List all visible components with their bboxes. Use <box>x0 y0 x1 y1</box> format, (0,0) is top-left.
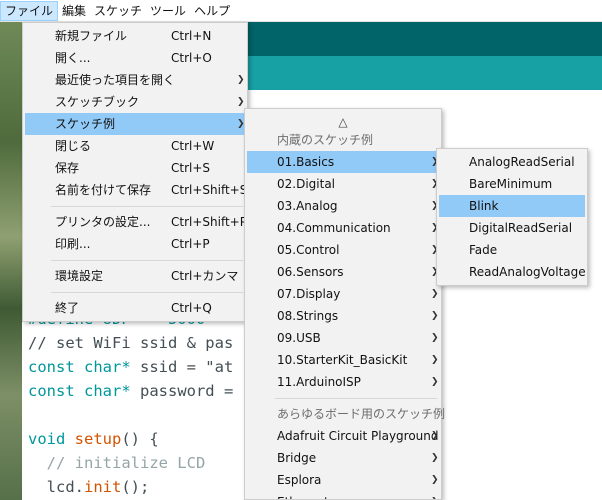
examples-item-communication[interactable]: 04.Communication ❯ <box>247 217 439 239</box>
chevron-right-icon: ❯ <box>431 355 439 365</box>
examples-item-circuit-playground[interactable]: Adafruit Circuit Playground ❯ <box>247 425 439 447</box>
desktop-background <box>0 22 22 500</box>
code-line: // set WiFi ssid & pas <box>28 334 234 352</box>
examples-item-basics[interactable]: 01.Basics ❯ <box>247 151 439 173</box>
examples-item-arduinoisp[interactable]: 11.ArduinoISP ❯ <box>247 371 439 393</box>
basics-item-readanalogvoltage[interactable]: ReadAnalogVoltage <box>439 261 586 283</box>
menu-item-quit[interactable]: 終了 Ctrl+Q <box>25 297 245 319</box>
chevron-right-icon: ❯ <box>431 431 439 441</box>
menu-file[interactable]: ファイル <box>0 0 59 21</box>
menu-sketch[interactable]: スケッチ <box>90 1 146 21</box>
menu-item-page-setup[interactable]: プリンタの設定... Ctrl+Shift+P <box>25 211 247 233</box>
menu-edit[interactable]: 編集 <box>58 1 90 21</box>
menu-separator <box>51 206 243 207</box>
basics-item-bareminimum[interactable]: BareMinimum <box>439 173 585 195</box>
chevron-right-icon: ❯ <box>431 311 439 321</box>
examples-item-digital[interactable]: 02.Digital ❯ <box>247 173 439 195</box>
menu-separator <box>51 292 243 293</box>
examples-item-control[interactable]: 05.Control ❯ <box>247 239 439 261</box>
menu-help[interactable]: ヘルプ <box>190 1 234 21</box>
code-line: // initialize LCD <box>28 454 206 472</box>
examples-item-starterkit[interactable]: 10.StarterKit_BasicKit ❯ <box>247 349 439 371</box>
chevron-right-icon: ❯ <box>431 475 439 485</box>
code-line: const char* ssid = "at <box>28 358 234 376</box>
menu-item-preferences[interactable]: 環境設定 Ctrl+カンマ <box>25 265 245 287</box>
chevron-right-icon: ❯ <box>237 75 245 85</box>
menu-separator <box>275 398 437 399</box>
chevron-right-icon: ❯ <box>431 289 439 299</box>
menubar: ファイル 編集 スケッチ ツール ヘルプ <box>0 0 602 22</box>
examples-item-strings[interactable]: 08.Strings ❯ <box>247 305 439 327</box>
examples-item-ethernet[interactable]: Ethernet❯ <box>247 491 439 499</box>
examples-item-bridge[interactable]: Bridge ❯ <box>247 447 439 469</box>
examples-submenu: △ 内蔵のスケッチ例 01.Basics ❯ 02.Digital ❯ 03.Ana… <box>244 108 446 500</box>
menu-item-new[interactable]: 新規ファイル Ctrl+N <box>25 25 245 47</box>
chevron-right-icon: ❯ <box>431 333 439 343</box>
examples-item-sensors[interactable]: 06.Sensors ❯ <box>247 261 439 283</box>
anyboard-examples-header: あらゆるボード用のスケッチ例 <box>277 407 446 421</box>
basics-submenu: AnalogReadSerial BareMinimum Blink Digit… <box>436 148 588 286</box>
basics-item-analogreadserial[interactable]: AnalogReadSerial <box>439 151 585 173</box>
menu-item-open[interactable]: 開く... Ctrl+O <box>25 47 245 69</box>
chevron-right-icon: ❯ <box>431 453 439 463</box>
menu-item-sketchbook[interactable]: スケッチブック ❯ <box>25 91 245 113</box>
basics-item-blink[interactable]: Blink <box>439 195 585 217</box>
examples-item-display[interactable]: 07.Display ❯ <box>247 283 439 305</box>
menu-item-close[interactable]: 閉じる Ctrl+W <box>25 135 245 157</box>
menu-item-examples[interactable]: スケッチ例 ❯ <box>25 113 245 135</box>
builtin-examples-header: 内蔵のスケッチ例 <box>277 133 374 147</box>
menu-item-open-recent[interactable]: 最近使った項目を開く ❯ <box>25 69 245 91</box>
basics-item-digitalreadserial[interactable]: DigitalReadSerial <box>439 217 585 239</box>
code-line: void setup() { <box>28 430 159 448</box>
chevron-right-icon: ❯ <box>431 377 439 387</box>
file-menu: 新規ファイル Ctrl+N 開く... Ctrl+O 最近使った項目を開く ❯ スケッ… <box>22 22 248 322</box>
menu-separator <box>51 260 243 261</box>
menu-tools[interactable]: ツール <box>146 1 190 21</box>
code-line: const char* password = <box>28 382 234 400</box>
examples-item-usb[interactable]: 09.USB ❯ <box>247 327 439 349</box>
chevron-right-icon: ❯ <box>431 491 439 499</box>
examples-item-esplora[interactable]: Esplora ❯ <box>247 469 439 491</box>
menu-item-save-as[interactable]: 名前を付けて保存 Ctrl+Shift+S <box>25 179 247 201</box>
menu-item-save[interactable]: 保存 Ctrl+S <box>25 157 245 179</box>
code-line: lcd.init(); <box>28 478 150 496</box>
basics-item-fade[interactable]: Fade <box>439 239 585 261</box>
menu-item-print[interactable]: 印刷... Ctrl+P <box>25 233 245 255</box>
examples-item-analog[interactable]: 03.Analog ❯ <box>247 195 439 217</box>
